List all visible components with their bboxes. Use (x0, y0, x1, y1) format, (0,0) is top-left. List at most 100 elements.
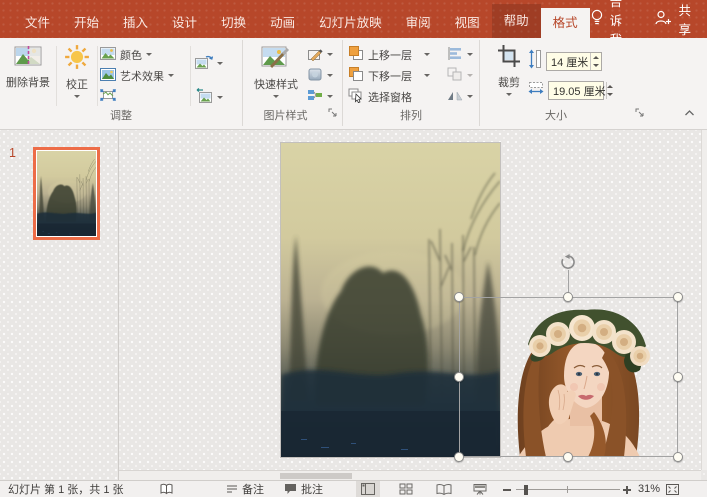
horizontal-scrollbar-thumb[interactable] (280, 473, 352, 479)
spin-up-icon (593, 56, 599, 59)
shape-height-input[interactable]: 14 厘米 (546, 52, 602, 71)
resize-handle-bottom-center[interactable] (563, 452, 573, 462)
dropdown-arrow-icon (467, 53, 473, 56)
group-adjust: 删除背景 校正 颜色 艺术效果 (0, 40, 243, 126)
slide-number: 1 (9, 146, 16, 160)
tab-help[interactable]: 帮助 (492, 4, 541, 38)
picture-styles-dialog-launcher[interactable] (328, 104, 337, 122)
crop-icon (497, 44, 521, 71)
corrections-button[interactable]: 校正 (58, 44, 96, 98)
align-button[interactable] (447, 44, 473, 65)
reading-view-button[interactable] (432, 481, 456, 497)
slide-info[interactable]: 幻灯片 第 1 张，共 1 张 (8, 481, 124, 497)
resize-handle-middle-left[interactable] (454, 372, 464, 382)
artistic-effects-button[interactable]: 艺术效果 (100, 65, 174, 86)
arrange-right-column (447, 44, 473, 107)
fit-to-window-button[interactable] (666, 481, 679, 497)
vertical-scrollbar[interactable] (701, 130, 707, 470)
slideshow-icon (473, 483, 487, 495)
zoom-level[interactable]: 31% (638, 483, 660, 495)
change-picture-button[interactable] (195, 48, 223, 78)
tab-format[interactable]: 格式 (541, 8, 590, 38)
notes-icon (226, 484, 238, 495)
tab-design[interactable]: 设计 (160, 8, 209, 38)
tab-transitions[interactable]: 切换 (209, 8, 258, 38)
resize-handle-top-right[interactable] (673, 292, 683, 302)
crop-button[interactable]: 裁剪 (492, 44, 526, 96)
tab-slideshow[interactable]: 幻灯片放映 (307, 8, 394, 38)
horizontal-scrollbar[interactable] (119, 470, 701, 480)
bring-forward-button[interactable]: 上移一层 (348, 44, 430, 65)
align-icon (447, 47, 463, 63)
dropdown-arrow-icon (327, 53, 333, 56)
dropdown-arrow-icon (217, 96, 223, 99)
resize-handle-top-center[interactable] (563, 292, 573, 302)
rotate-arrow-icon (565, 254, 570, 259)
picture-layout-icon (307, 88, 323, 105)
remove-background-button[interactable]: 删除背景 (4, 44, 52, 90)
selection-box (459, 297, 678, 457)
height-spin-down-button[interactable] (591, 62, 601, 71)
selection-pane-button[interactable]: 选择窗格 (348, 86, 430, 107)
tab-insert[interactable]: 插入 (111, 8, 160, 38)
slideshow-view-button[interactable] (468, 481, 492, 497)
color-button[interactable]: 颜色 (100, 44, 174, 65)
size-dialog-launcher[interactable] (635, 104, 644, 122)
spellcheck-button[interactable] (160, 481, 173, 497)
rotation-handle[interactable] (560, 254, 576, 275)
width-spin-down-button[interactable] (607, 91, 613, 100)
powerpoint-window: 文件 开始 插入 设计 切换 动画 幻灯片放映 审阅 视图 帮助 格式 告诉我 (0, 0, 707, 497)
rotate-icon (447, 88, 463, 105)
artistic-effects-label: 艺术效果 (120, 68, 164, 84)
tab-animations[interactable]: 动画 (258, 8, 307, 38)
dropdown-arrow-icon (506, 93, 512, 96)
collapse-ribbon-button[interactable] (684, 103, 695, 121)
rotate-button[interactable] (447, 86, 473, 107)
shape-width-input[interactable]: 19.05 厘米 (548, 81, 604, 100)
resize-handle-bottom-left[interactable] (454, 452, 464, 462)
adjust-middle-column: 颜色 艺术效果 (100, 44, 174, 107)
resize-handle-top-left[interactable] (454, 292, 464, 302)
dropdown-arrow-icon (327, 95, 333, 98)
width-spin-up-button[interactable] (607, 82, 613, 91)
corrections-label: 校正 (66, 76, 88, 92)
zoom-in-icon[interactable] (626, 486, 628, 494)
compress-pictures-button[interactable] (100, 86, 174, 107)
send-backward-label: 下移一层 (368, 68, 412, 84)
artistic-effects-icon (100, 68, 116, 84)
color-label: 颜色 (120, 47, 142, 63)
quick-styles-button[interactable]: 快速样式 (248, 44, 304, 98)
quick-styles-label: 快速样式 (254, 76, 298, 92)
group-objects-button[interactable] (447, 65, 473, 86)
slide-thumbnail[interactable] (33, 147, 100, 240)
zoom-slider-thumb[interactable] (524, 485, 528, 495)
tab-view[interactable]: 视图 (443, 8, 492, 38)
picture-effects-button[interactable] (307, 65, 333, 86)
zoom-out-icon[interactable] (503, 489, 511, 491)
zoom-slider-track[interactable] (516, 489, 620, 490)
menu-bar: 文件 开始 插入 设计 切换 动画 幻灯片放映 审阅 视图 帮助 格式 告诉我 (0, 0, 707, 38)
tab-file[interactable]: 文件 (13, 8, 62, 38)
dropdown-arrow-icon (467, 74, 473, 77)
picture-border-pen-icon (307, 46, 323, 64)
normal-view-button[interactable] (356, 481, 380, 497)
notes-label: 备注 (242, 481, 264, 497)
fit-to-window-icon (666, 484, 679, 495)
picture-border-button[interactable] (307, 44, 333, 65)
comments-button[interactable]: 批注 (284, 481, 323, 497)
send-backward-button[interactable]: 下移一层 (348, 65, 430, 86)
shape-width-value: 19.05 厘米 (549, 83, 606, 99)
dropdown-arrow-icon (74, 95, 80, 98)
height-spin-up-button[interactable] (591, 53, 601, 62)
share-button[interactable]: 共享 (655, 0, 691, 38)
dropdown-arrow-icon (217, 62, 223, 65)
slide-sorter-button[interactable] (394, 481, 418, 497)
notes-button[interactable]: 备注 (226, 481, 264, 497)
tab-review[interactable]: 审阅 (394, 8, 443, 38)
tab-home[interactable]: 开始 (62, 8, 111, 38)
resize-handle-bottom-right[interactable] (673, 452, 683, 462)
remove-background-icon (14, 44, 42, 71)
spellcheck-icon (160, 483, 173, 495)
resize-handle-middle-right[interactable] (673, 372, 683, 382)
slide-thumbnail-image (37, 151, 96, 236)
